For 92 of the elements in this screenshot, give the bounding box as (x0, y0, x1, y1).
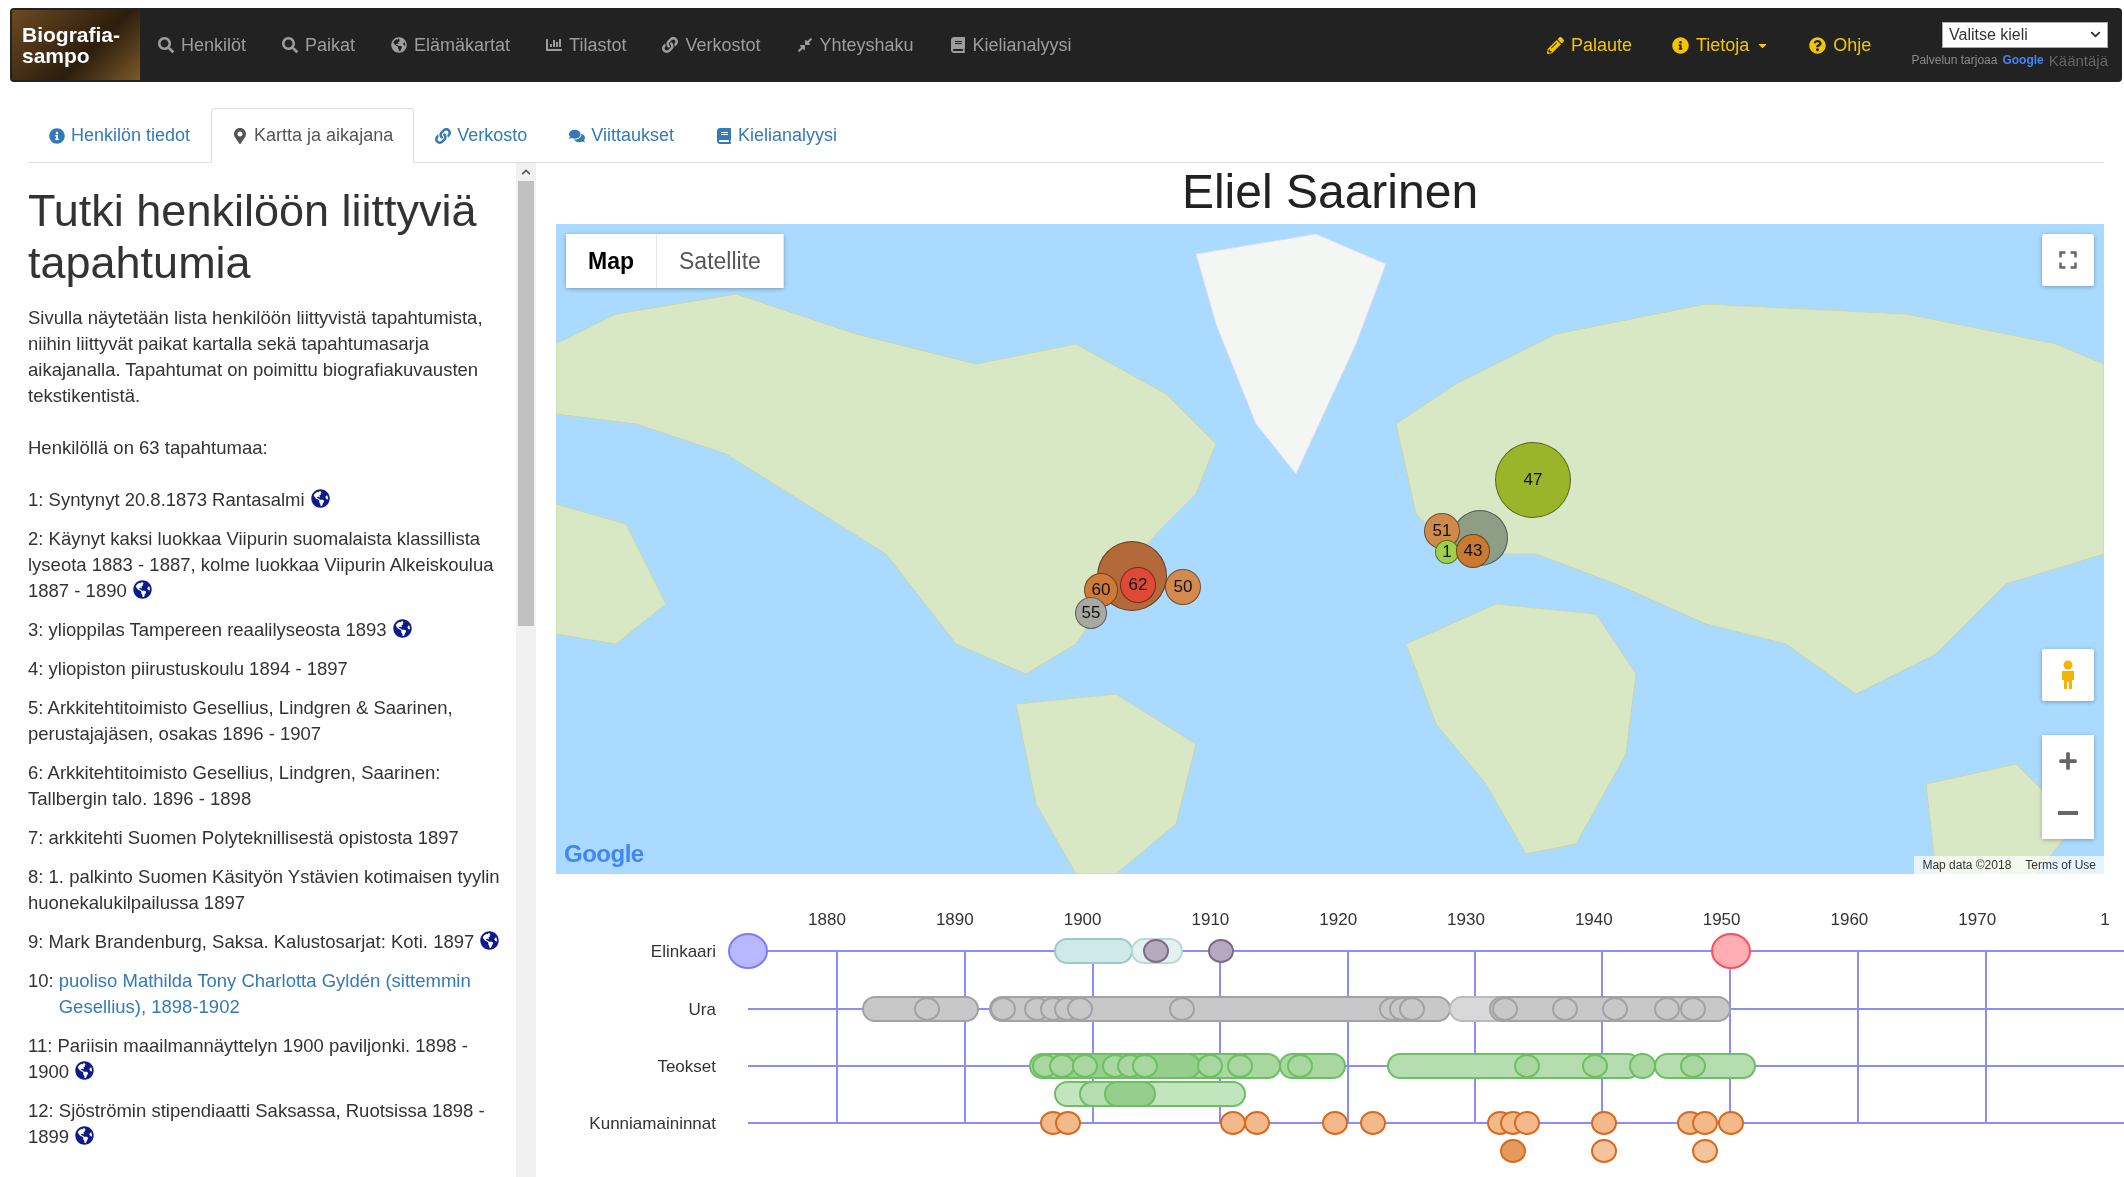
zoom-in-button[interactable] (2042, 735, 2094, 787)
tab[interactable]: Kartta ja aikajana (211, 108, 415, 163)
pencil-icon (1546, 36, 1564, 54)
map-type-button[interactable]: Map (566, 234, 657, 288)
minus-icon (2058, 811, 2078, 815)
nav-link[interactable]: Henkilöt (140, 34, 265, 56)
scroll-thumb[interactable] (518, 181, 534, 626)
map-type-button[interactable]: Satellite (657, 234, 784, 288)
event-text: 2: Käynyt kaksi luokkaa Viipurin suomalaista klassillista lyseota 1883 - 1887, kolme luokkaa Viipurin Alkeiskoulua 1887 - 1890 (28, 528, 494, 601)
lane-label: Kunniamaininnat (589, 1114, 716, 1133)
event-text: 6: Arkkitehtitoimisto Gesellius, Lindgren, Saarinen: Tallbergin talo. 1896 - 1898 (28, 762, 441, 809)
search-icon (158, 37, 174, 53)
speech-bubbles-icon (569, 127, 586, 144)
nav-link[interactable]: Paikat (264, 34, 374, 56)
globe-icon[interactable] (392, 619, 412, 638)
lane-label: Teokset (657, 1057, 716, 1076)
nav-link[interactable]: Ohje (1789, 34, 1892, 56)
year-label: 1940 (1574, 910, 1613, 929)
globe-icon[interactable] (132, 580, 152, 599)
intro-text: Sivulla näytetään lista henkilöön liittyvistä tapahtumista, niihin liittyvät paikat kartalla sekä tapahtumasarja aikajanalla. Tapahtumat on poimittu biografiakuvausten tekstikentistä. (28, 306, 484, 408)
tab[interactable]: Verkosto (414, 108, 549, 163)
book-icon (715, 127, 732, 144)
map-marker[interactable]: 1 (1435, 540, 1459, 564)
link-icon (435, 127, 452, 144)
map-marker[interactable]: 43 (1456, 534, 1490, 568)
event-link[interactable]: puoliso Mathilda Tony Charlotta Gyldén (sittemmin Gesellius), 1898-1902 (58, 968, 504, 1020)
google-logo: Google (564, 840, 644, 868)
zoom-out-button[interactable] (2042, 787, 2094, 839)
search-icon (282, 37, 299, 53)
globe-icon[interactable] (480, 931, 500, 950)
info-icon (1672, 36, 1689, 54)
pegman-icon (2059, 660, 2077, 690)
year-label: 1970 (1958, 910, 1997, 929)
scroll-up-icon[interactable] (521, 167, 531, 177)
sidebar-title: Tutki henkilöön liittyviä tapahtumia (28, 185, 478, 289)
nav-link[interactable]: Yhteyshaku (778, 34, 932, 56)
event-text: 5: Arkkitehtitoimisto Gesellius, Lindgren & Saarinen, perustajajäsen, osakas 1896 - 1907 (28, 697, 453, 744)
event-text: 12: Sjöströmin stipendiaatti Saksassa, Ruotsissa 1898 - 1899 (28, 1100, 485, 1147)
year-label: 1890 (935, 910, 974, 929)
scrollbar[interactable] (516, 163, 536, 1177)
event-text: 11: Pariisin maailmannäyttelyn 1900 paviljonki. 1898 - 1900 (28, 1035, 468, 1082)
map[interactable]: 47 51 1 43 60 62 50 55 Map Satellite Google Map data ©2018 Terms of Use (556, 224, 2104, 874)
event-text: 8: 1. palkinto Suomen Käsityön Ystävien kotimaisen tyylin huonekalukilpailussa 1897 (28, 866, 500, 913)
lane-label: Elinkaari (650, 942, 716, 961)
google-logo: Google (2002, 53, 2044, 67)
terms-link[interactable]: Terms of Use (2025, 858, 2096, 872)
caret-icon (2090, 29, 2101, 40)
plus-icon (2058, 751, 2078, 771)
year-label: 1880 (808, 910, 846, 929)
year-label: 1960 (1830, 910, 1869, 929)
globe-icon[interactable] (310, 489, 330, 508)
globe-icon (391, 37, 408, 53)
globe-icon[interactable] (75, 1061, 95, 1080)
nav-link[interactable]: Kielianalyysi (931, 34, 1090, 56)
map-attribution: Map data ©2018 (1922, 858, 2012, 872)
arrows-icon (796, 37, 813, 53)
fullscreen-button[interactable] (2042, 234, 2094, 286)
event-number: 10: (28, 969, 54, 993)
question-icon (1809, 36, 1827, 54)
lane-label: Ura (688, 1000, 716, 1019)
year-label: 1930 (1447, 910, 1485, 929)
nav-link[interactable]: Verkostot (644, 34, 779, 56)
event-count: Henkilöllä on 63 tapahtumaa: (28, 436, 269, 460)
event-text: 9: Mark Brandenburg, Saksa. Kalustosarjat: Koti. 1897 (28, 931, 500, 952)
event-text: 4: yliopiston piirustuskoulu 1894 - 1897 (28, 658, 348, 679)
fullscreen-icon (2058, 250, 2078, 270)
nav-link[interactable]: Elämäkartat (373, 34, 529, 56)
event-text: 7: arkkitehti Suomen Polyteknillisestä opistosta 1897 (28, 827, 459, 848)
nav-dropdown[interactable]: Tietoja (1652, 34, 1790, 56)
year-label: 1920 (1319, 910, 1358, 929)
tab[interactable]: Viittaukset (548, 108, 695, 163)
tab[interactable]: Henkilön tiedot (28, 108, 212, 163)
nav-link[interactable]: Palaute (1526, 34, 1652, 56)
globe-icon[interactable] (75, 1126, 95, 1145)
year-label: 1910 (1191, 910, 1230, 929)
language-select[interactable]: Valitse kieli (1942, 21, 2108, 48)
map-pin-icon (232, 127, 249, 144)
event-text: 3: ylioppilas Tampereen reaalilyseosta 1893 (28, 619, 412, 640)
year-label: 1 (2100, 910, 2110, 929)
year-label: 1900 (1063, 910, 1102, 929)
book-icon (949, 37, 966, 53)
person-name: Eliel Saarinen (1180, 164, 1480, 220)
link-icon (662, 37, 679, 53)
year-label: 1950 (1702, 910, 1741, 929)
logo[interactable]: Biografia-sampo (12, 10, 140, 80)
map-marker[interactable]: 50 (1165, 569, 1201, 605)
nav-link[interactable]: Tilastot (528, 34, 645, 56)
event-text: 1: Syntynyt 20.8.1873 Rantasalmi (28, 489, 330, 510)
bar-chart-icon (546, 37, 563, 53)
provider-text: Palvelun tarjoaa (1911, 53, 1998, 67)
tab[interactable]: Kielianalyysi (694, 108, 858, 163)
info-icon (49, 127, 65, 144)
